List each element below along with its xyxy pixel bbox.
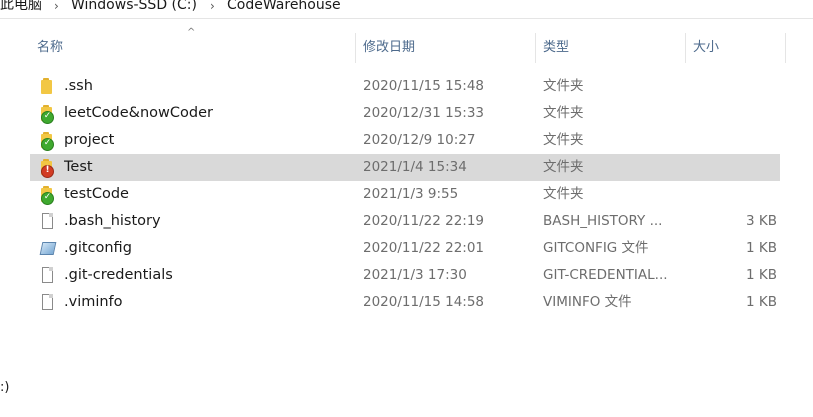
file-row-testcode[interactable]: ✓ testCode 2021/1/3 9:55 文件夹: [30, 181, 780, 208]
file-date: 2021/1/3 9:55: [363, 186, 459, 202]
file-size: 1 KB: [746, 267, 777, 283]
file-type: BASH_HISTORY ...: [543, 213, 663, 229]
file-size: [685, 100, 777, 127]
chevron-right-icon[interactable]: ›: [54, 0, 59, 13]
file-row-ssh[interactable]: .ssh 2020/11/15 15:48 文件夹: [30, 73, 780, 100]
chevron-right-icon[interactable]: ›: [210, 0, 215, 13]
file-date: 2020/12/31 15:33: [363, 105, 485, 121]
column-header-name[interactable]: 名称: [35, 33, 355, 63]
column-resize-handle[interactable]: [355, 33, 356, 63]
file-row-gitconfig[interactable]: .gitconfig 2020/11/22 22:01 GITCONFIG 文件…: [30, 235, 780, 262]
file-date: 2021/1/3 17:30: [363, 267, 467, 283]
file-name: project: [64, 132, 115, 148]
file-type: GIT-CREDENTIAL...: [543, 267, 668, 283]
folder-synced-icon: ✓: [40, 186, 56, 205]
file-size: 1 KB: [746, 240, 777, 256]
address-bar-divider: [0, 18, 813, 19]
file-type: 文件夹: [543, 78, 584, 94]
file-name: .viminfo: [64, 294, 123, 310]
file-row-viminfo[interactable]: .viminfo 2020/11/15 14:58 VIMINFO 文件 1 K…: [30, 289, 780, 316]
file-date: 2020/11/22 22:01: [363, 240, 485, 256]
breadcrumb-current-folder[interactable]: CodeWarehouse: [227, 0, 341, 12]
file-date: 2020/11/22 22:19: [363, 213, 485, 229]
file-type: 文件夹: [543, 159, 584, 175]
file-name: .git-credentials: [64, 267, 173, 283]
file-icon: [40, 294, 56, 311]
file-name: testCode: [64, 186, 129, 202]
column-header-type[interactable]: 类型: [541, 33, 685, 63]
column-header-row: ^ 名称 修改日期 类型 大小: [0, 27, 813, 63]
breadcrumb-drive[interactable]: Windows-SSD (C:): [71, 0, 197, 12]
file-size: 1 KB: [746, 294, 777, 310]
file-type: 文件夹: [543, 105, 584, 121]
breadcrumb: 此电脑 › Windows-SSD (C:) › CodeWarehouse: [0, 0, 813, 18]
file-size: [685, 127, 777, 154]
column-resize-handle[interactable]: [685, 33, 686, 63]
file-name: leetCode&nowCoder: [64, 105, 213, 121]
folder-synced-icon: ✓: [40, 105, 56, 124]
file-row-git-credentials[interactable]: .git-credentials 2021/1/3 17:30 GIT-CRED…: [30, 262, 780, 289]
column-header-date[interactable]: 修改日期: [361, 33, 535, 63]
nav-pane-partial-label[interactable]: :): [0, 380, 9, 395]
folder-icon: [40, 78, 56, 95]
file-row-leetcode-nowcoder[interactable]: ✓ leetCode&nowCoder 2020/12/31 15:33 文件夹: [30, 100, 780, 127]
gitconfig-file-icon: [39, 240, 57, 257]
column-resize-handle[interactable]: [535, 33, 536, 63]
file-size: [685, 154, 777, 181]
file-type: 文件夹: [543, 186, 584, 202]
file-name: .ssh: [64, 78, 93, 94]
file-row-test[interactable]: ! Test 2021/1/4 15:34 文件夹: [30, 154, 780, 181]
file-row-project[interactable]: ✓ project 2020/12/9 10:27 文件夹: [30, 127, 780, 154]
file-row-bash-history[interactable]: .bash_history 2020/11/22 22:19 BASH_HIST…: [30, 208, 780, 235]
file-name: .bash_history: [64, 213, 161, 229]
column-resize-handle[interactable]: [785, 33, 786, 63]
file-date: 2020/12/9 10:27: [363, 132, 476, 148]
folder-synced-icon: ✓: [40, 132, 56, 151]
file-icon: [40, 267, 56, 284]
file-date: 2021/1/4 15:34: [363, 159, 467, 175]
file-type: VIMINFO 文件: [543, 294, 632, 310]
file-name: .gitconfig: [64, 240, 132, 256]
breadcrumb-this-pc[interactable]: 此电脑: [0, 0, 42, 12]
file-size: [685, 181, 777, 208]
file-size: 3 KB: [746, 213, 777, 229]
file-type: 文件夹: [543, 132, 584, 148]
file-date: 2020/11/15 14:58: [363, 294, 485, 310]
file-date: 2020/11/15 15:48: [363, 78, 485, 94]
file-icon: [40, 213, 56, 230]
file-name: Test: [64, 159, 93, 175]
column-header-size[interactable]: 大小: [691, 33, 785, 63]
file-size: [685, 73, 777, 100]
file-type: GITCONFIG 文件: [543, 240, 649, 256]
folder-error-icon: !: [40, 159, 56, 178]
